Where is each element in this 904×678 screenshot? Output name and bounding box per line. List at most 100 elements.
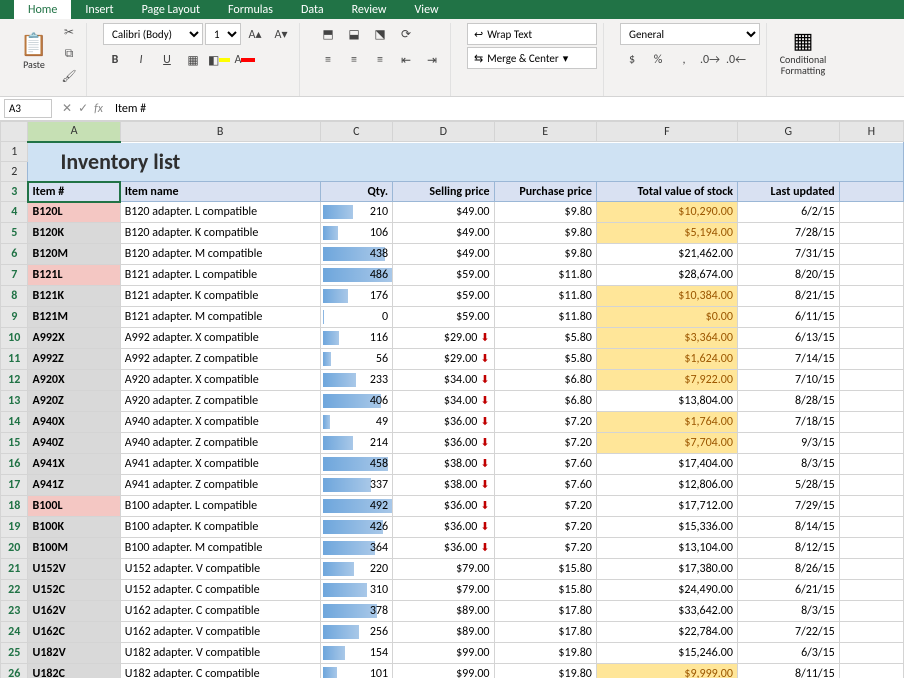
fill-color-button[interactable]: ◧ (207, 49, 231, 71)
cell[interactable]: 337 (320, 475, 393, 496)
cell[interactable]: $7.60 (494, 454, 596, 475)
cell[interactable]: $38.00⬇ (393, 475, 494, 496)
ribbon-tab-formulas[interactable]: Formulas (214, 0, 287, 19)
cell[interactable]: $79.00 (393, 580, 494, 601)
column-header-A[interactable]: A (28, 122, 120, 142)
row-header[interactable]: 22 (1, 580, 28, 601)
cancel-formula-button[interactable]: ✕ (62, 101, 72, 116)
cell[interactable]: 6/11/15 (737, 307, 839, 328)
cell[interactable]: 364 (320, 538, 393, 559)
copy-button[interactable]: ⧉ (58, 45, 80, 63)
cell[interactable]: 5/28/15 (737, 475, 839, 496)
cell[interactable]: A941 adapter. Z compatible (120, 475, 320, 496)
cell[interactable]: $7.60 (494, 475, 596, 496)
cut-button[interactable]: ✂ (58, 23, 80, 41)
cell[interactable]: $36.00⬇ (393, 433, 494, 454)
row-header[interactable]: 3 (1, 182, 28, 202)
cell[interactable]: 310 (320, 580, 393, 601)
cell[interactable]: $5.80 (494, 349, 596, 370)
cell[interactable]: $36.00⬇ (393, 538, 494, 559)
cell[interactable]: B121M (28, 307, 120, 328)
cell[interactable]: A940 adapter. X compatible (120, 412, 320, 433)
cell[interactable]: 6/13/15 (737, 328, 839, 349)
cell[interactable]: $19.80 (494, 664, 596, 678)
row-header[interactable]: 5 (1, 223, 28, 244)
cell[interactable]: B120K (28, 223, 120, 244)
ribbon-tab-home[interactable]: Home (14, 0, 71, 19)
cell[interactable] (839, 496, 903, 517)
cell[interactable]: 486 (320, 265, 393, 286)
cell[interactable]: 6/21/15 (737, 580, 839, 601)
cell[interactable]: B121L (28, 265, 120, 286)
font-name-select[interactable]: Calibri (Body) (103, 23, 203, 45)
row-header[interactable]: 17 (1, 475, 28, 496)
cell[interactable]: $17,380.00 (596, 559, 737, 580)
cell[interactable]: Purchase price (494, 182, 596, 202)
cell[interactable]: 0 (320, 307, 393, 328)
cell[interactable]: $36.00⬇ (393, 517, 494, 538)
cell[interactable] (839, 643, 903, 664)
cell[interactable]: $49.00 (393, 223, 494, 244)
select-all-corner[interactable] (1, 122, 28, 142)
cell[interactable]: $9.80 (494, 223, 596, 244)
row-header[interactable]: 19 (1, 517, 28, 538)
cell[interactable]: B121K (28, 286, 120, 307)
cell[interactable]: 56 (320, 349, 393, 370)
increase-decimal-button[interactable]: .0→ (698, 49, 722, 71)
increase-indent-button[interactable]: ⇥ (420, 49, 444, 71)
increase-font-button[interactable]: A▴ (243, 23, 267, 45)
cell[interactable]: 426 (320, 517, 393, 538)
cell[interactable]: $7.20 (494, 517, 596, 538)
ribbon-tab-review[interactable]: Review (338, 0, 401, 19)
cell[interactable]: $7,704.00 (596, 433, 737, 454)
row-header[interactable]: 8 (1, 286, 28, 307)
cell[interactable]: $1,764.00 (596, 412, 737, 433)
cell[interactable]: A941X (28, 454, 120, 475)
ribbon-tab-data[interactable]: Data (287, 0, 338, 19)
cell[interactable]: 7/18/15 (737, 412, 839, 433)
cell[interactable]: $7,922.00 (596, 370, 737, 391)
cell[interactable]: 378 (320, 601, 393, 622)
cell[interactable]: Selling price (393, 182, 494, 202)
cell[interactable]: 7/29/15 (737, 496, 839, 517)
cell[interactable]: $49.00 (393, 244, 494, 265)
cell[interactable]: $7.20 (494, 412, 596, 433)
cell[interactable]: B121 adapter. M compatible (120, 307, 320, 328)
cell[interactable]: U182 adapter. C compatible (120, 664, 320, 678)
ribbon-tab-insert[interactable]: Insert (71, 0, 127, 19)
cell[interactable] (839, 370, 903, 391)
format-painter-button[interactable]: 🖌 (58, 67, 80, 85)
row-header[interactable]: 24 (1, 622, 28, 643)
cell[interactable]: Item name (120, 182, 320, 202)
cell[interactable]: $9.80 (494, 202, 596, 223)
cell[interactable]: 233 (320, 370, 393, 391)
cell[interactable]: $10,384.00 (596, 286, 737, 307)
cell[interactable]: $11.80 (494, 286, 596, 307)
cell[interactable]: $6.80 (494, 370, 596, 391)
cell[interactable] (839, 475, 903, 496)
cell[interactable]: $1,624.00 (596, 349, 737, 370)
cell[interactable]: Qty. (320, 182, 393, 202)
cell[interactable]: U152V (28, 559, 120, 580)
cell[interactable]: $15,336.00 (596, 517, 737, 538)
cell[interactable]: $59.00 (393, 286, 494, 307)
cell[interactable]: U152 adapter. V compatible (120, 559, 320, 580)
align-left-button[interactable]: ≡ (316, 49, 340, 71)
cell[interactable]: U182 adapter. V compatible (120, 643, 320, 664)
cell[interactable]: 6/2/15 (737, 202, 839, 223)
ribbon-tab-view[interactable]: View (401, 0, 453, 19)
cell[interactable]: $6.80 (494, 391, 596, 412)
cell[interactable] (839, 202, 903, 223)
cell[interactable]: B100 adapter. M compatible (120, 538, 320, 559)
cell[interactable] (839, 391, 903, 412)
cell[interactable]: U152C (28, 580, 120, 601)
cell[interactable]: 7/28/15 (737, 223, 839, 244)
cell[interactable]: B120L (28, 202, 120, 223)
cell[interactable]: B120M (28, 244, 120, 265)
cell[interactable]: 7/10/15 (737, 370, 839, 391)
row-header[interactable]: 21 (1, 559, 28, 580)
cell[interactable]: U152 adapter. C compatible (120, 580, 320, 601)
row-header[interactable]: 7 (1, 265, 28, 286)
cell[interactable]: Inventory list (28, 142, 904, 182)
cell[interactable]: $9,999.00 (596, 664, 737, 678)
